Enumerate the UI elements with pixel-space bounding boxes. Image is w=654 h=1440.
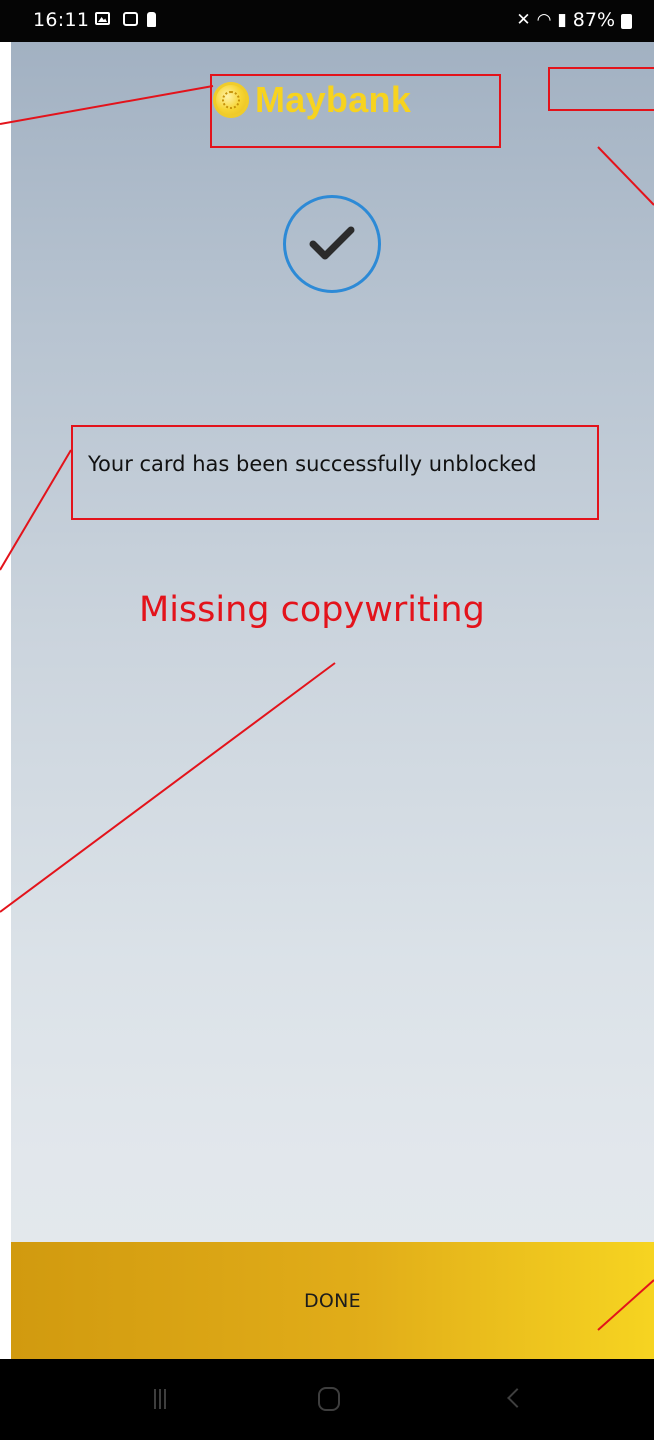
annotation-line-top-right (597, 146, 654, 206)
annotation-line-message (0, 449, 72, 571)
annotation-line-logo (0, 85, 214, 125)
annotation-line-copywriting (0, 662, 336, 913)
annotation-lines (0, 85, 654, 1331)
annotation-line-bottom-right (597, 1279, 654, 1331)
